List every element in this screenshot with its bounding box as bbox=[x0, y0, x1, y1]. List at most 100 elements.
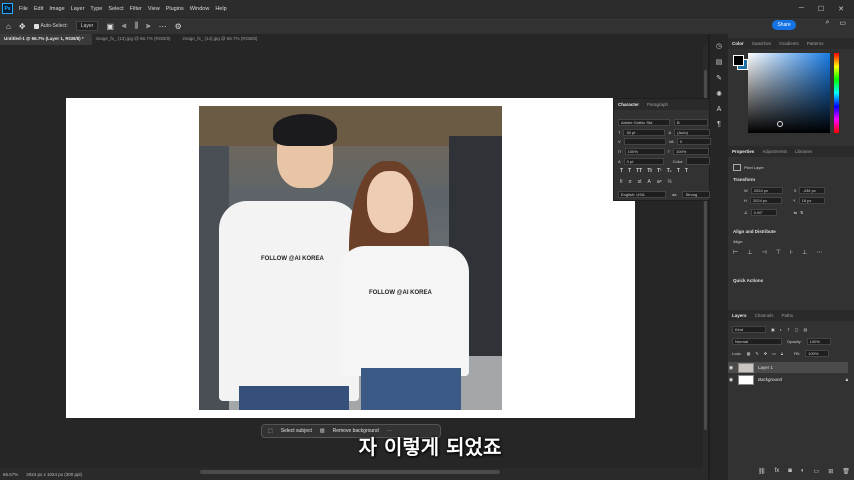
opacity-field[interactable]: 100% bbox=[806, 338, 831, 345]
subscript-icon[interactable]: T₁ bbox=[667, 168, 672, 174]
select-subject-button[interactable]: Select subject bbox=[281, 428, 312, 434]
menu-type[interactable]: Type bbox=[87, 6, 105, 12]
transform-title[interactable]: Transform bbox=[733, 177, 755, 182]
close-icon[interactable]: ✕ bbox=[838, 5, 844, 13]
adjustment-layer-icon[interactable]: ◐ bbox=[801, 468, 805, 475]
show-transform-icon[interactable]: ▣ bbox=[106, 22, 114, 31]
fx-icon[interactable]: fx bbox=[775, 468, 780, 475]
text-color-swatch[interactable] bbox=[686, 157, 711, 165]
font-style-select[interactable]: B bbox=[674, 119, 708, 126]
trash-icon[interactable]: 🗑︎ bbox=[842, 468, 850, 475]
tab-properties[interactable]: Properties bbox=[732, 149, 754, 154]
horizontal-scrollbar[interactable] bbox=[200, 470, 500, 474]
height-field[interactable]: 2024 px bbox=[749, 197, 782, 204]
tab-swatches[interactable]: Swatches bbox=[752, 41, 772, 46]
menu-image[interactable]: Image bbox=[46, 6, 67, 12]
lock-pixels-icon[interactable]: ▦ bbox=[747, 351, 751, 356]
align-right-edges-icon[interactable]: ⊣ bbox=[761, 249, 766, 256]
filter-type-icon[interactable]: T bbox=[787, 327, 789, 332]
oldstyle-icon[interactable]: σ bbox=[629, 179, 632, 185]
tab-patterns[interactable]: Patterns bbox=[807, 41, 824, 46]
align-left-edges-icon[interactable]: ⊢ bbox=[733, 249, 738, 256]
lock-image-icon[interactable]: ✎ bbox=[755, 351, 758, 356]
align-left-icon[interactable]: ⫷ bbox=[122, 21, 127, 31]
couple-photo[interactable]: FOLLOW @AI KOREA FOLLOW @AI KOREA bbox=[199, 106, 502, 410]
lock-artboard-icon[interactable]: ▭ bbox=[772, 351, 776, 356]
fraction-icon[interactable]: ½ bbox=[667, 179, 671, 185]
tab-color[interactable]: Color bbox=[732, 41, 744, 46]
baseline-field[interactable]: 0 pt bbox=[623, 157, 664, 165]
paragraph-icon[interactable]: ¶ bbox=[717, 121, 721, 128]
menu-edit[interactable]: Edit bbox=[31, 6, 46, 12]
faux-bold-icon[interactable]: T bbox=[620, 168, 623, 174]
ordinal-icon[interactable]: aᵃ bbox=[657, 179, 662, 185]
all-caps-icon[interactable]: TT bbox=[636, 168, 642, 174]
adjust-icon[interactable]: ✺ bbox=[716, 90, 722, 98]
tracking-field[interactable]: 0 bbox=[676, 138, 711, 145]
tab-libraries[interactable]: Libraries bbox=[795, 149, 812, 154]
foreground-color-swatch[interactable] bbox=[733, 55, 744, 66]
language-select[interactable]: English: USA bbox=[618, 191, 666, 198]
superscript-icon[interactable]: T¹ bbox=[657, 168, 662, 174]
type-icon[interactable]: A bbox=[717, 106, 722, 113]
x-field[interactable]: -436 px bbox=[799, 187, 826, 194]
anti-alias-select[interactable]: Strong bbox=[682, 191, 711, 198]
minimize-icon[interactable]: ─ bbox=[799, 5, 804, 13]
tab-channels[interactable]: Channels bbox=[755, 313, 774, 318]
workspace-icon[interactable]: ▭ bbox=[839, 19, 846, 27]
align-v-centers-icon[interactable]: ⊦ bbox=[790, 249, 793, 256]
link-layers-icon[interactable]: ⛓ bbox=[758, 468, 766, 475]
home-icon[interactable]: ⌂ bbox=[6, 22, 11, 31]
align-bottom-edges-icon[interactable]: ⊥ bbox=[802, 249, 807, 256]
filter-adjust-icon[interactable]: ◐ bbox=[780, 327, 782, 332]
add-mask-icon[interactable]: ◙ bbox=[788, 468, 792, 475]
kerning-field[interactable] bbox=[623, 138, 666, 145]
layer-name[interactable]: Layer 1 bbox=[758, 365, 773, 370]
quick-actions-title[interactable]: Quick Actions bbox=[733, 278, 763, 283]
tab-image-14[interactable]: image_fx_ (14).jpg @ 66.7% (RGB/8) bbox=[179, 34, 266, 45]
fill-field[interactable]: 100% bbox=[805, 350, 830, 357]
auto-select-checkbox[interactable]: Auto-Select: bbox=[33, 23, 68, 29]
tab-gradients[interactable]: Gradients bbox=[779, 41, 799, 46]
menu-window[interactable]: Window bbox=[187, 6, 213, 12]
filter-shape-icon[interactable]: ▢ bbox=[795, 327, 799, 332]
tab-paths[interactable]: Paths bbox=[782, 313, 794, 318]
alternate-icon[interactable]: A bbox=[647, 179, 650, 185]
lock-position-icon[interactable]: ✥ bbox=[764, 351, 767, 356]
blend-mode-select[interactable]: Normal bbox=[732, 338, 782, 345]
horizontal-scale-field[interactable]: 100% bbox=[673, 148, 710, 155]
align-distribute-title[interactable]: Align and Distribute bbox=[733, 229, 776, 234]
align-right-icon[interactable]: ⫸ bbox=[146, 21, 151, 31]
menu-filter[interactable]: Filter bbox=[127, 6, 145, 12]
menu-file[interactable]: File bbox=[16, 6, 31, 12]
more-align-icon[interactable]: ⋯ bbox=[816, 249, 822, 256]
color-picker-field[interactable] bbox=[748, 53, 830, 133]
filter-smart-icon[interactable]: ▤ bbox=[803, 327, 807, 332]
y-field[interactable]: 18 px bbox=[798, 197, 825, 204]
new-layer-icon[interactable]: ⊞ bbox=[828, 468, 833, 475]
swash-icon[interactable]: st bbox=[638, 179, 642, 185]
search-icon[interactable]: ⌕ bbox=[825, 19, 829, 27]
small-caps-icon[interactable]: Tt bbox=[647, 168, 652, 174]
leading-field[interactable]: (Auto) bbox=[674, 129, 711, 136]
history-icon[interactable]: ◷ bbox=[716, 42, 722, 50]
brush-icon[interactable]: ✎ bbox=[716, 74, 722, 82]
visibility-eye-icon[interactable]: ◉ bbox=[728, 377, 734, 383]
align-center-icon[interactable]: ⫼ bbox=[134, 21, 138, 31]
tab-paragraph[interactable]: Paragraph bbox=[647, 102, 668, 107]
angle-field[interactable]: 0.00° bbox=[750, 209, 777, 216]
tab-character[interactable]: Character bbox=[618, 102, 639, 107]
menu-view[interactable]: View bbox=[145, 6, 163, 12]
gear-icon[interactable]: ⚙ bbox=[175, 22, 182, 31]
tab-layers[interactable]: Layers bbox=[732, 313, 747, 318]
lock-all-icon[interactable]: 🔒︎ bbox=[781, 351, 783, 356]
flip-vertical-icon[interactable]: ⇅ bbox=[800, 210, 803, 215]
font-size-field[interactable]: 30 pt bbox=[623, 129, 666, 136]
tab-image-13[interactable]: image_fx_ (13).jpg @ 66.7% (RGB/8) bbox=[92, 34, 179, 45]
menu-plugins[interactable]: Plugins bbox=[163, 6, 187, 12]
faux-italic-icon[interactable]: T bbox=[628, 168, 631, 174]
menu-select[interactable]: Select bbox=[105, 6, 126, 12]
strikethrough-icon[interactable]: T bbox=[685, 168, 688, 174]
auto-select-dropdown[interactable]: Layer bbox=[75, 21, 99, 31]
zoom-level[interactable]: 66.67% bbox=[3, 472, 18, 477]
